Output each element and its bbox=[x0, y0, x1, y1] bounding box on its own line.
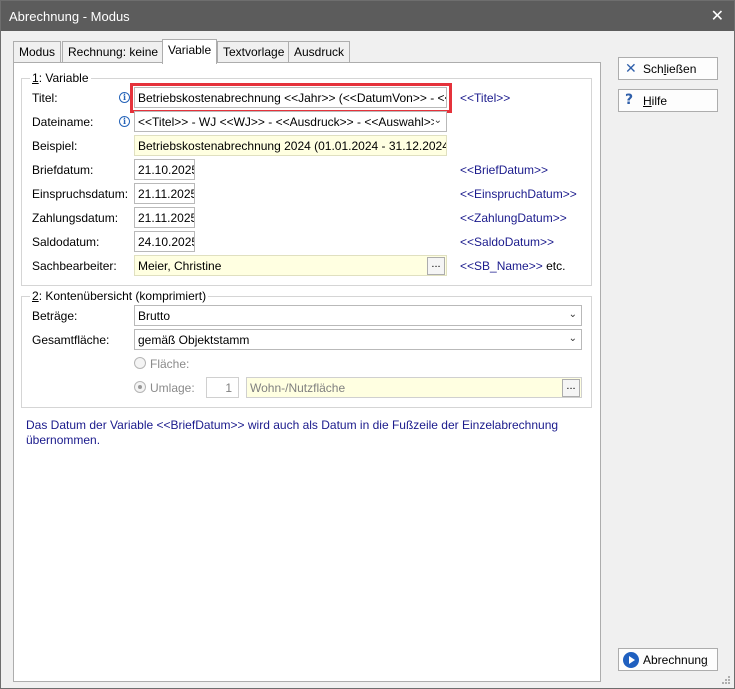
umlage-count-input[interactable]: 1 bbox=[206, 377, 239, 398]
zahlungsdatum-label: Zahlungsdatum: bbox=[32, 211, 119, 225]
briefdatum-placeholder: <<BriefDatum>> bbox=[460, 163, 549, 177]
tab-modus[interactable]: Modus bbox=[13, 41, 62, 63]
umlage-label: Umlage: bbox=[150, 381, 195, 395]
briefdatum-label: Briefdatum: bbox=[32, 163, 94, 177]
resize-grip-icon[interactable] bbox=[721, 675, 731, 685]
beispiel-label: Beispiel: bbox=[32, 139, 78, 153]
dateiname-value: <<Titel>> - WJ <<WJ>> - <<Ausdruck>> - <… bbox=[138, 115, 438, 129]
gesamtflaeche-value: gemäß Objektstamm bbox=[138, 333, 250, 347]
close-icon[interactable]: ✕ bbox=[711, 6, 724, 26]
close-button[interactable]: ✕ Schließen bbox=[618, 57, 718, 80]
help-button-label: Hilfe bbox=[643, 94, 668, 108]
dateiname-label: Dateiname: bbox=[32, 115, 94, 129]
titel-highlight-box bbox=[130, 83, 452, 113]
info-icon[interactable]: i bbox=[119, 116, 130, 127]
window-title: Abrechnung - Modus bbox=[9, 9, 130, 24]
saldodatum-input[interactable]: 24.10.2025 bbox=[134, 231, 195, 252]
dialog-window: Abrechnung - Modus ✕ Modus Rechnung: kei… bbox=[0, 0, 735, 689]
close-icon: ✕ bbox=[625, 60, 637, 76]
tab-rechnung[interactable]: Rechnung: keine bbox=[62, 41, 165, 63]
close-button-label: Schließen bbox=[643, 62, 697, 76]
betraege-label: Beträge: bbox=[32, 309, 78, 323]
einspruchsdatum-input[interactable]: 21.11.2025 bbox=[134, 183, 195, 204]
chevron-down-icon: ⌄ bbox=[568, 309, 577, 320]
abrechnung-button[interactable]: Abrechnung bbox=[618, 648, 718, 671]
zahlungsdatum-input[interactable]: 21.11.2025 bbox=[134, 207, 195, 228]
group-variable-legend: 1: Variable bbox=[30, 71, 91, 85]
sachbearbeiter-browse-button[interactable]: ... bbox=[427, 257, 445, 275]
titel-label: Titel: bbox=[32, 91, 58, 105]
umlage-radio[interactable] bbox=[134, 381, 146, 393]
umlage-browse-button[interactable]: ... bbox=[562, 379, 580, 397]
gesamtflaeche-select[interactable]: gemäß Objektstamm ⌄ bbox=[134, 329, 582, 350]
zahlungsdatum-placeholder: <<ZahlungDatum>> bbox=[460, 211, 567, 225]
info-icon[interactable]: i bbox=[119, 92, 130, 103]
saldodatum-label: Saldodatum: bbox=[32, 235, 100, 249]
flaeche-radio[interactable] bbox=[134, 357, 146, 369]
flaeche-label: Fläche: bbox=[150, 357, 190, 371]
einspruchsdatum-label: Einspruchsdatum: bbox=[32, 187, 129, 201]
chevron-down-icon: ⌄ bbox=[433, 115, 442, 126]
titel-placeholder: <<Titel>> bbox=[460, 91, 511, 105]
help-icon: ? bbox=[625, 92, 634, 108]
tab-ausdruck[interactable]: Ausdruck bbox=[288, 41, 351, 63]
umlage-value-input[interactable]: Wohn-/Nutzfläche bbox=[246, 377, 582, 398]
sachbearbeiter-label: Sachbearbeiter: bbox=[32, 259, 117, 273]
betraege-value: Brutto bbox=[138, 309, 171, 323]
saldodatum-placeholder: <<SaldoDatum>> bbox=[460, 235, 555, 249]
dateiname-select[interactable]: <<Titel>> - WJ <<WJ>> - <<Ausdruck>> - <… bbox=[134, 111, 447, 132]
info-note: Das Datum der Variable <<BriefDatum>> wi… bbox=[26, 418, 559, 447]
chevron-down-icon: ⌄ bbox=[568, 333, 577, 344]
betraege-select[interactable]: Brutto ⌄ bbox=[134, 305, 582, 326]
group-kontenuebersicht-legend: 2: Kontenübersicht (komprimiert) bbox=[30, 289, 209, 303]
tab-variable[interactable]: Variable bbox=[162, 39, 218, 64]
gesamtflaeche-label: Gesamtfläche: bbox=[32, 333, 110, 347]
sachbearbeiter-placeholder: <<SB_Name>> etc. bbox=[460, 259, 566, 273]
einspruchsdatum-placeholder: <<EinspruchDatum>> bbox=[460, 187, 577, 201]
briefdatum-input[interactable]: 21.10.2025 bbox=[134, 159, 195, 180]
play-icon bbox=[623, 652, 639, 668]
beispiel-output: Betriebskostenabrechnung 2024 (01.01.202… bbox=[134, 135, 447, 156]
tab-textvorlage[interactable]: Textvorlage bbox=[217, 41, 291, 63]
sachbearbeiter-input[interactable]: Meier, Christine bbox=[134, 255, 447, 276]
help-button[interactable]: ? Hilfe bbox=[618, 89, 718, 112]
abrechnung-button-label: Abrechnung bbox=[643, 653, 708, 667]
tab-panel-variable: 1: Variable Titel: i Betriebskostenabrec… bbox=[13, 62, 601, 682]
title-bar: Abrechnung - Modus ✕ bbox=[1, 1, 734, 31]
